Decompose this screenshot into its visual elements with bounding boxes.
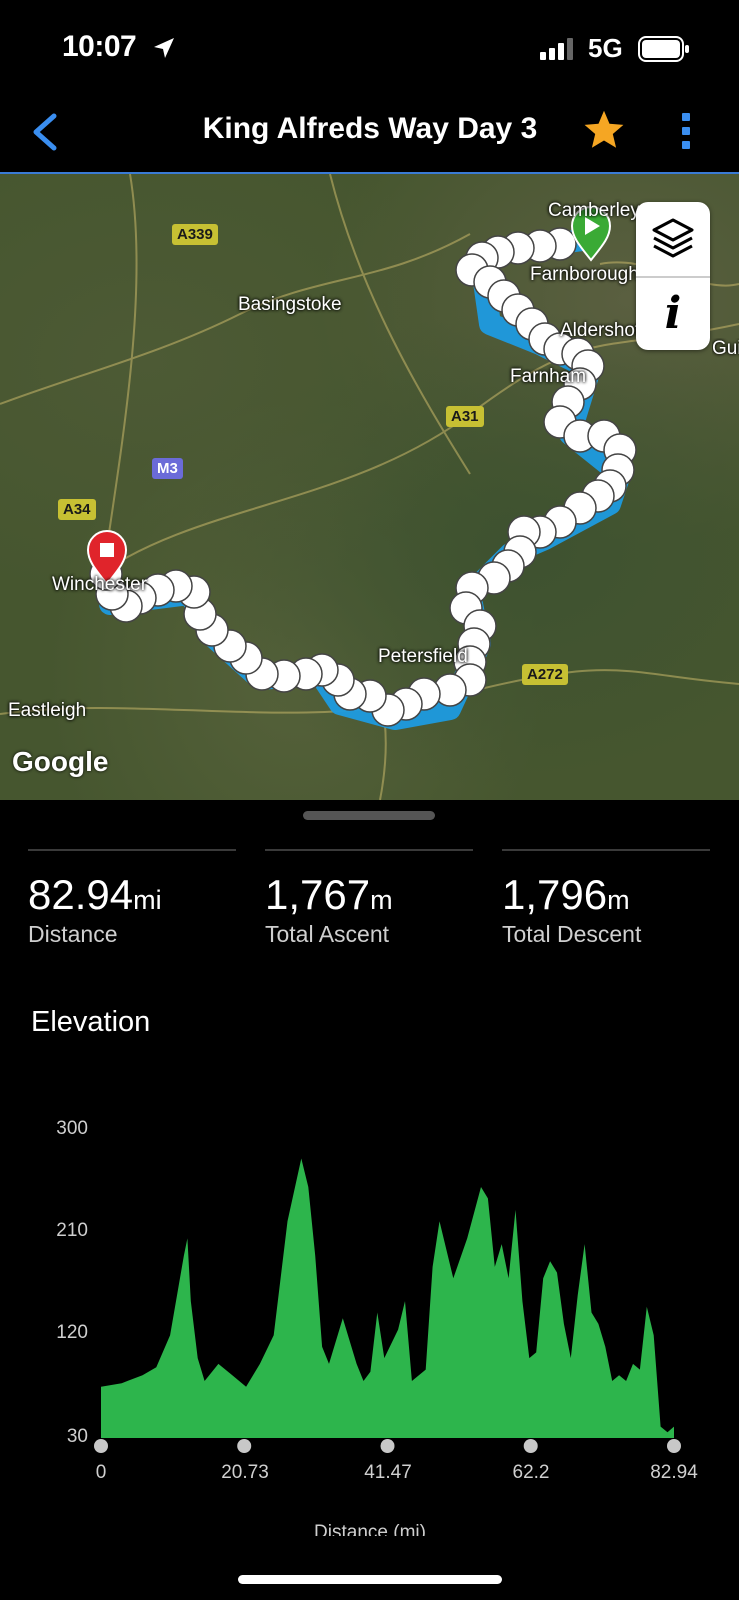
page-title: King Alfreds Way Day 3 — [202, 112, 538, 145]
road-badge: A31 — [446, 406, 484, 427]
x-tick-dot — [380, 1439, 395, 1453]
map-place-label: Basingstoke — [238, 294, 342, 315]
battery-icon — [638, 36, 689, 62]
descent-label: Total Descent — [502, 921, 642, 947]
road-badge: M3 — [152, 458, 183, 479]
divider — [636, 276, 710, 278]
descent-value: 1,796 — [502, 871, 608, 918]
network-type: 5G — [588, 33, 623, 63]
stat-distance: 82.94mi Distance — [28, 849, 236, 948]
ascent-value: 1,767 — [265, 871, 371, 918]
x-tick-label: 82.94 — [650, 1462, 698, 1483]
road-badge: A34 — [58, 499, 96, 520]
elevation-area — [101, 1158, 674, 1438]
nav-bar: King Alfreds Way Day 3 — [0, 92, 739, 174]
status-time: 10:07 — [62, 30, 137, 63]
map-place-label: Farnborough — [530, 264, 639, 285]
cellular-signal-icon — [540, 38, 573, 60]
info-icon[interactable]: i — [636, 282, 710, 346]
map-place-label: Camberley — [548, 200, 640, 221]
stat-descent: 1,796m Total Descent — [502, 849, 710, 948]
distance-unit: mi — [133, 885, 162, 915]
route-line — [94, 228, 631, 730]
route-map[interactable]: Camberley Farnborough Basingstoke Alders… — [0, 174, 739, 800]
map-controls: i — [636, 202, 710, 350]
stat-ascent: 1,767m Total Ascent — [265, 849, 473, 948]
x-tick-label: 62.2 — [512, 1462, 550, 1483]
back-chevron-icon[interactable] — [26, 110, 66, 154]
elevation-title: Elevation — [31, 1006, 151, 1038]
x-tick-label: 41.47 — [364, 1462, 412, 1483]
more-options-icon[interactable] — [676, 110, 696, 154]
sheet-drag-handle[interactable] — [303, 811, 435, 820]
road-badge: A272 — [522, 664, 568, 685]
location-arrow-icon — [154, 38, 174, 58]
descent-unit: m — [607, 885, 630, 915]
distance-value: 82.94 — [28, 871, 134, 918]
layers-icon[interactable] — [650, 216, 696, 262]
x-tick-dot — [523, 1439, 538, 1453]
x-tick-label: 0 — [95, 1462, 107, 1483]
status-bar: 10:07 5G — [0, 0, 739, 92]
ascent-label: Total Ascent — [265, 921, 390, 947]
x-tick-dot — [94, 1439, 108, 1453]
map-place-label: Guildford — [712, 338, 739, 359]
map-place-label: Eastleigh — [8, 700, 87, 721]
x-tick-label: 20.73 — [221, 1462, 269, 1483]
x-tick-dot — [667, 1439, 681, 1453]
distance-label: Distance — [28, 921, 118, 947]
x-axis-title: Distance (mi) — [314, 1522, 426, 1536]
x-tick-dot — [237, 1439, 252, 1453]
home-indicator[interactable] — [238, 1575, 502, 1584]
map-place-label: Petersfield — [378, 646, 468, 667]
google-attribution: Google — [12, 746, 109, 777]
favorite-star-icon[interactable] — [582, 108, 626, 152]
map-place-label: Winchester — [52, 574, 148, 595]
road-badge: A339 — [172, 224, 218, 245]
map-place-label: Aldershot — [560, 320, 641, 341]
map-place-label: Farnham — [510, 366, 587, 387]
ascent-unit: m — [370, 885, 393, 915]
